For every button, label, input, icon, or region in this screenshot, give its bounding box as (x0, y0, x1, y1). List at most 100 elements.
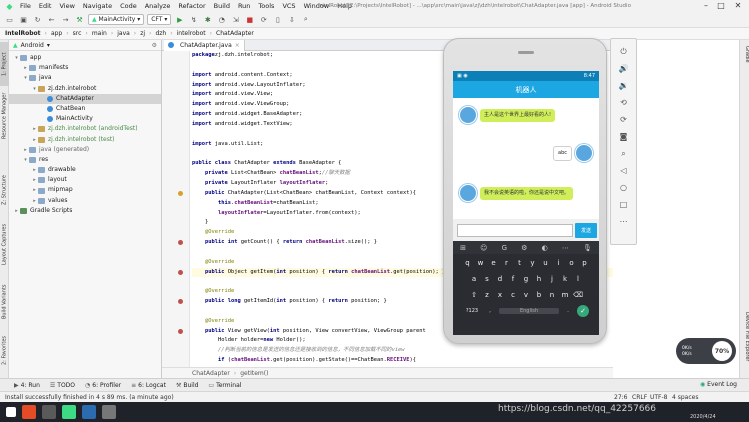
breadcrumb-item[interactable]: zj (138, 30, 147, 37)
tree-item[interactable]: ▾ app (9, 53, 161, 63)
zoom-icon[interactable]: ⌕ (611, 147, 636, 160)
app-icon-2[interactable] (42, 405, 56, 419)
override-marker-icon[interactable] (178, 299, 183, 305)
key[interactable]: f (507, 275, 520, 283)
key[interactable]: b (533, 291, 546, 299)
tree-item[interactable]: ▸ layout (9, 175, 161, 185)
menu-code[interactable]: Code (117, 2, 140, 10)
key[interactable]: l (572, 275, 585, 283)
emulator-screen[interactable]: ▣ ◉ 8:47 机器人 主人是这个世界上最好看的人! abc 我不会说英语的啦，你… (453, 71, 599, 335)
tree-item[interactable]: ▸ zj.dzh.intelrobot (test) (9, 135, 161, 145)
back-icon[interactable]: ← (46, 14, 57, 25)
tree-item[interactable]: ▾ java (9, 73, 161, 83)
override-marker-icon[interactable] (178, 240, 183, 246)
bottom-tool-4[interactable]: ⚒ Build (176, 382, 198, 389)
menu-file[interactable]: File (17, 2, 34, 10)
event-log-button[interactable]: ◉ Event Log (700, 381, 737, 388)
sync-icon[interactable]: ↻ (32, 14, 43, 25)
maximize-icon[interactable]: □ (714, 0, 728, 12)
breadcrumb-item[interactable]: app (49, 30, 64, 37)
key[interactable]: ⌫ (572, 291, 585, 299)
indent-setting[interactable]: 4 spaces (672, 394, 698, 401)
key[interactable]: i (552, 259, 565, 267)
volume-up-icon[interactable]: 🔊 (611, 62, 636, 75)
expand-arrow-icon[interactable]: ▸ (31, 165, 38, 175)
key[interactable]: v (520, 291, 533, 299)
debug-icon[interactable]: ✱ (202, 14, 213, 25)
settings-icon[interactable]: ⚙ (521, 244, 527, 252)
more-icon[interactable]: ⋯ (562, 244, 569, 252)
key[interactable]: h (533, 275, 546, 283)
grid-icon[interactable]: ⊞ (460, 244, 466, 252)
volume-down-icon[interactable]: 🔉 (611, 79, 636, 92)
gif-icon[interactable]: G (502, 244, 507, 252)
apply-changes-icon[interactable]: ↯ (188, 14, 199, 25)
tree-item[interactable]: ▸ mipmap (9, 185, 161, 195)
send-button[interactable]: 发送 (575, 223, 597, 238)
tool-build-variants[interactable]: Build Variants (0, 280, 9, 324)
key[interactable]: k (559, 275, 572, 283)
line-separator[interactable]: CRLF (632, 394, 647, 401)
menu-analyze[interactable]: Analyze (142, 2, 174, 10)
tool-resource-manager[interactable]: Resource Manager (0, 92, 9, 140)
expand-arrow-icon[interactable]: ▸ (13, 206, 20, 216)
bottom-tool-2[interactable]: ◔ 6: Profiler (85, 382, 121, 389)
tool-favorites[interactable]: 2: Favorites (0, 332, 9, 368)
key[interactable]: o (565, 259, 578, 267)
back-nav-icon[interactable]: ◁ (611, 164, 636, 177)
menu-view[interactable]: View (56, 2, 77, 10)
tree-item[interactable]: ▸ zj.dzh.intelrobot (androidTest) (9, 124, 161, 134)
bottom-tool-0[interactable]: ▶ 4: Run (14, 382, 40, 389)
key[interactable]: a (468, 275, 481, 283)
tree-item[interactable]: MainActivity (9, 114, 161, 124)
screenshot-icon[interactable]: ◙ (611, 130, 636, 143)
tool-layout-captures[interactable]: Layout Captures (0, 220, 9, 268)
device-select[interactable]: CFT ▾ (147, 14, 172, 25)
expand-arrow-icon[interactable]: ▾ (13, 53, 20, 63)
expand-arrow-icon[interactable]: ▸ (31, 185, 38, 195)
breadcrumb-item[interactable]: src (71, 30, 84, 37)
message-input[interactable] (457, 224, 573, 237)
symbols-key[interactable]: ?123 (463, 308, 481, 314)
make-project-icon[interactable]: ⚒ (74, 14, 85, 25)
palette-icon[interactable]: ◐ (542, 244, 548, 252)
caret-position[interactable]: 27:6 (614, 394, 627, 401)
key[interactable]: y (526, 259, 539, 267)
menu-edit[interactable]: Edit (36, 2, 55, 10)
tree-item[interactable]: ▸ manifests (9, 63, 161, 73)
key[interactable]: c (507, 291, 520, 299)
bottom-tool-5[interactable]: ▭ Terminal (208, 382, 241, 389)
key[interactable]: n (546, 291, 559, 299)
expand-arrow-icon[interactable]: ▸ (22, 63, 29, 73)
run-config-select[interactable]: ▲ MainActivity ▾ (88, 14, 145, 25)
chevron-down-icon[interactable]: ▾ (47, 42, 50, 49)
tool-structure[interactable]: Z: Structure (0, 170, 9, 210)
key[interactable]: s (481, 275, 494, 283)
app-icon-5[interactable] (102, 405, 116, 419)
space-key[interactable]: English (499, 307, 559, 314)
sync-gradle-icon[interactable]: ⟳ (258, 14, 269, 25)
constructor-marker-icon[interactable] (178, 190, 183, 196)
expand-arrow-icon[interactable]: ▸ (31, 135, 38, 145)
menu-vcs[interactable]: VCS (279, 2, 298, 10)
key[interactable]: u (539, 259, 552, 267)
run-icon[interactable]: ▶ (174, 14, 185, 25)
breadcrumb-item[interactable]: java (115, 30, 132, 37)
breadcrumb-item[interactable]: dzh (153, 30, 168, 37)
expand-arrow-icon[interactable]: ▾ (31, 84, 38, 94)
tool-device-file-explorer[interactable]: Device File Explorer (741, 312, 749, 361)
save-all-icon[interactable]: ▣ (18, 14, 29, 25)
android-studio-taskbar-icon[interactable] (62, 405, 76, 419)
app-icon-1[interactable] (22, 405, 36, 419)
file-encoding[interactable]: UTF-8 (650, 394, 668, 401)
attach-debugger-icon[interactable]: ⇲ (230, 14, 241, 25)
menu-tools[interactable]: Tools (255, 2, 277, 10)
breadcrumb-item[interactable]: main (90, 30, 109, 37)
close-icon[interactable]: ✕ (731, 0, 745, 12)
crumb-class[interactable]: ChatAdapter (192, 370, 230, 377)
breadcrumb-item[interactable]: ChatAdapter (214, 30, 256, 37)
override-marker-icon[interactable] (178, 328, 183, 334)
key[interactable]: w (474, 259, 487, 267)
sdk-manager-icon[interactable]: ⇩ (286, 14, 297, 25)
settings-icon[interactable]: ⚙ (152, 42, 157, 49)
